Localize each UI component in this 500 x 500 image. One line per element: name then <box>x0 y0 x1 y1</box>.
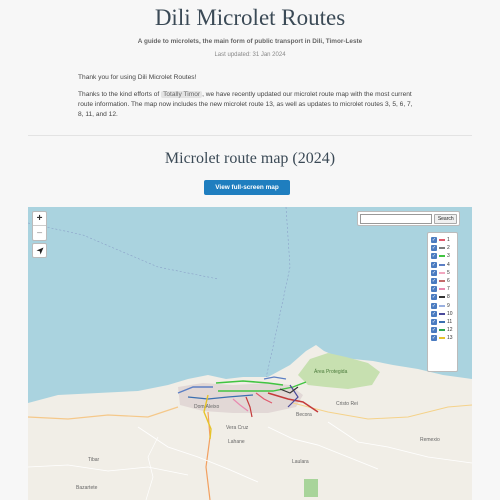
legend-checkbox[interactable]: ✓ <box>431 253 437 260</box>
legend-route-label: 9 <box>447 302 450 309</box>
legend-route-label: 11 <box>447 318 453 325</box>
legend-checkbox[interactable]: ✓ <box>431 261 437 268</box>
legend-route-label: 5 <box>447 269 450 276</box>
legend-checkbox[interactable]: ✓ <box>431 318 437 325</box>
locate-button[interactable] <box>32 243 47 258</box>
legend-item-route-5[interactable]: ✓ 5 <box>431 269 454 277</box>
route-color-swatch <box>439 320 445 323</box>
intro-update-paragraph: Thanks to the kind efforts of Totally Ti… <box>78 90 418 120</box>
intro-text-before: Thanks to the kind efforts of <box>78 91 162 98</box>
intro-thanks: Thank you for using Dili Microlet Routes… <box>78 74 197 81</box>
route-color-swatch <box>439 312 445 315</box>
route-color-swatch <box>439 255 445 258</box>
fullscreen-map-button[interactable]: View full-screen map <box>204 180 290 195</box>
legend-checkbox[interactable]: ✓ <box>431 245 437 252</box>
map-section-title: Microlet route map (2024) <box>164 150 336 167</box>
legend-checkbox[interactable]: ✓ <box>431 310 437 317</box>
legend-checkbox[interactable]: ✓ <box>431 335 437 342</box>
legend-item-route-2[interactable]: ✓ 2 <box>431 244 454 252</box>
place-bazartete: Bazartete <box>76 485 98 491</box>
legend-checkbox[interactable]: ✓ <box>431 286 437 293</box>
route-color-swatch <box>439 263 445 266</box>
legend-item-route-11[interactable]: ✓ 11 <box>431 318 454 326</box>
legend-route-label: 6 <box>447 278 450 285</box>
route-color-swatch <box>439 304 445 307</box>
legend-checkbox[interactable]: ✓ <box>431 327 437 334</box>
legend-item-route-12[interactable]: ✓ 12 <box>431 326 454 334</box>
legend-checkbox[interactable]: ✓ <box>431 294 437 301</box>
legend-item-route-8[interactable]: ✓ 8 <box>431 293 454 301</box>
site-subtitle: A guide to microlets, the main form of p… <box>137 38 363 45</box>
route-map[interactable]: Área Protegida Cristo Rei Becora Vera Cr… <box>28 207 472 500</box>
legend-item-route-6[interactable]: ✓ 6 <box>431 277 454 285</box>
route-color-swatch <box>439 337 445 340</box>
legend-item-route-7[interactable]: ✓ 7 <box>431 285 454 293</box>
legend-checkbox[interactable]: ✓ <box>431 237 437 244</box>
section-divider <box>28 135 472 136</box>
legend-route-label: 12 <box>447 327 453 334</box>
map-search-button[interactable]: Search <box>434 214 457 224</box>
route-legend: ✓ 1 ✓ 2 ✓ 3 ✓ 4 ✓ 5 ✓ 6 ✓ 7 ✓ 8 ✓ 9 ✓ 10 ✓ 11 ✓ 12 ✓ 13 <box>427 232 458 372</box>
legend-route-label: 8 <box>447 294 450 301</box>
legend-route-label: 1 <box>447 237 450 244</box>
legend-checkbox[interactable]: ✓ <box>431 269 437 276</box>
place-becora: Becora <box>296 412 312 418</box>
legend-item-route-10[interactable]: ✓ 10 <box>431 310 454 318</box>
zoom-out-button[interactable]: − <box>33 226 46 240</box>
totally-timor-link[interactable]: Totally Timor <box>161 91 203 98</box>
legend-route-label: 2 <box>447 245 450 252</box>
legend-item-route-3[interactable]: ✓ 3 <box>431 252 454 260</box>
place-area-protegida: Área Protegida <box>314 369 348 375</box>
place-laulara: Laulara <box>292 459 309 465</box>
place-dom-aleixo: Dom Aleixo <box>194 404 220 410</box>
land-area <box>28 345 472 500</box>
legend-item-route-4[interactable]: ✓ 4 <box>431 261 454 269</box>
forest-patch <box>304 479 318 497</box>
route-color-swatch <box>439 288 445 291</box>
intro-text: Thank you for using Dili Microlet Routes… <box>78 73 418 127</box>
route-color-swatch <box>439 247 445 250</box>
route-color-swatch <box>439 280 445 283</box>
place-vera-cruz: Vera Cruz <box>226 425 249 431</box>
place-remexio: Remexio <box>420 437 440 443</box>
locate-arrow-icon <box>36 247 43 254</box>
legend-route-label: 4 <box>447 261 450 268</box>
map-search-input[interactable] <box>360 214 433 224</box>
last-updated: Last updated: 31 Jan 2024 <box>214 52 286 58</box>
legend-item-route-1[interactable]: ✓ 1 <box>431 236 454 244</box>
legend-route-label: 3 <box>447 253 450 260</box>
zoom-control: + − <box>32 211 47 241</box>
place-cristo-rei: Cristo Rei <box>336 401 358 407</box>
legend-checkbox[interactable]: ✓ <box>431 278 437 285</box>
legend-route-label: 10 <box>447 310 453 317</box>
legend-item-route-9[interactable]: ✓ 9 <box>431 302 454 310</box>
map-search-control: Search <box>357 211 460 226</box>
legend-route-label: 13 <box>447 335 453 342</box>
legend-checkbox[interactable]: ✓ <box>431 302 437 309</box>
route-color-swatch <box>439 239 445 242</box>
legend-item-route-13[interactable]: ✓ 13 <box>431 334 454 342</box>
route-color-swatch <box>439 296 445 299</box>
zoom-in-button[interactable]: + <box>33 212 46 226</box>
legend-route-label: 7 <box>447 286 450 293</box>
place-tibar: Tibar <box>88 457 100 463</box>
route-color-swatch <box>439 329 445 332</box>
route-color-swatch <box>439 271 445 274</box>
place-lahane: Lahane <box>228 439 245 445</box>
site-title: Dili Microlet Routes <box>154 5 346 30</box>
